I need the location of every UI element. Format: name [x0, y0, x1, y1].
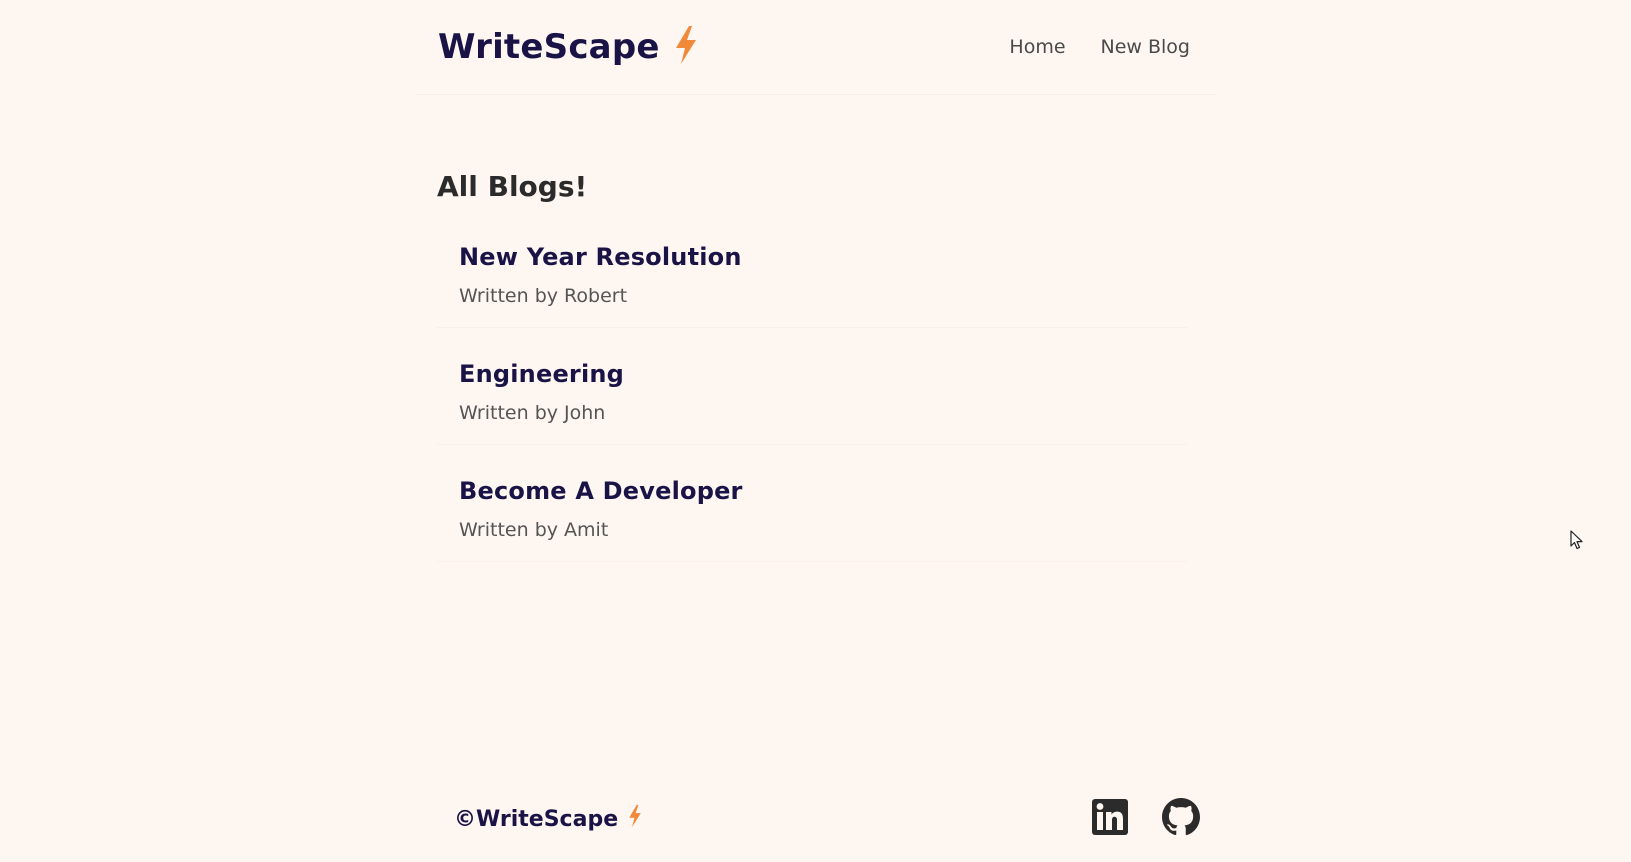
- blog-author: Written by Amit: [459, 519, 609, 541]
- nav-link-home[interactable]: Home: [1009, 36, 1065, 58]
- brand-logo-link[interactable]: WriteScape: [438, 26, 698, 68]
- footer-brand: ©WriteScape: [454, 804, 642, 834]
- lightning-bolt-icon: [674, 26, 698, 68]
- navbar: WriteScape Home New Blog: [416, 0, 1216, 95]
- blog-preview-item[interactable]: New Year Resolution Written by Robert: [437, 231, 1187, 328]
- blog-list: New Year Resolution Written by Robert En…: [437, 231, 1187, 582]
- blog-preview-item[interactable]: Engineering Written by John: [437, 348, 1187, 445]
- linkedin-icon: [1092, 799, 1128, 839]
- mouse-cursor-icon: [1570, 530, 1584, 554]
- social-links: [1092, 798, 1200, 840]
- lightning-bolt-icon: [628, 804, 642, 834]
- blog-title[interactable]: Engineering: [459, 360, 1165, 388]
- blog-preview-item[interactable]: Become A Developer Written by Amit: [437, 465, 1187, 562]
- footer-copyright: ©WriteScape: [454, 806, 619, 832]
- blog-title[interactable]: Become A Developer: [459, 477, 1165, 505]
- linkedin-link[interactable]: [1092, 799, 1128, 839]
- blog-author: Written by Robert: [459, 285, 628, 307]
- footer: ©WriteScape: [454, 795, 1200, 843]
- brand-name: WriteScape: [438, 27, 660, 67]
- main-content: All Blogs! New Year Resolution Written b…: [437, 170, 1187, 582]
- nav-link-new-blog[interactable]: New Blog: [1101, 36, 1190, 58]
- blog-author: Written by John: [459, 402, 606, 424]
- blog-title[interactable]: New Year Resolution: [459, 243, 1165, 271]
- page-title: All Blogs!: [437, 170, 588, 203]
- nav-links: Home New Blog: [1009, 36, 1194, 58]
- github-icon: [1162, 798, 1200, 840]
- github-link[interactable]: [1162, 798, 1200, 840]
